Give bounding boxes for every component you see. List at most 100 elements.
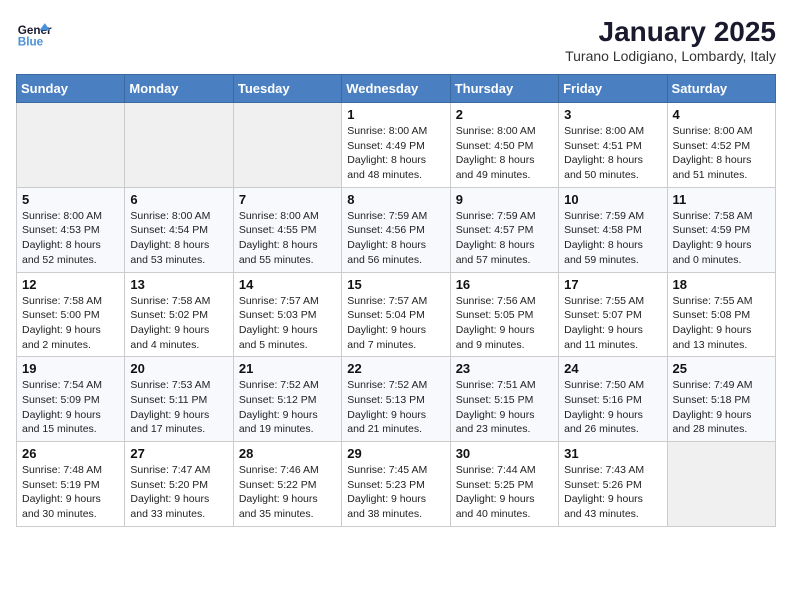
week-row-4: 19 Sunrise: 7:54 AMSunset: 5:09 PMDayligh…: [17, 357, 776, 442]
day-number: 10: [564, 192, 661, 207]
day-info: Sunrise: 8:00 AMSunset: 4:52 PMDaylight:…: [673, 124, 770, 183]
day-info: Sunrise: 8:00 AMSunset: 4:49 PMDaylight:…: [347, 124, 444, 183]
week-row-1: 1 Sunrise: 8:00 AMSunset: 4:49 PMDaylight…: [17, 103, 776, 188]
week-row-3: 12 Sunrise: 7:58 AMSunset: 5:00 PMDayligh…: [17, 272, 776, 357]
day-info: Sunrise: 7:54 AMSunset: 5:09 PMDaylight:…: [22, 378, 119, 437]
day-cell: 7Sunrise: 8:00 AMSunset: 4:55 PMDaylight…: [233, 187, 341, 272]
day-number: 9: [456, 192, 553, 207]
day-info: Sunrise: 7:59 AMSunset: 4:57 PMDaylight:…: [456, 209, 553, 268]
day-number: 31: [564, 446, 661, 461]
day-info: Sunrise: 7:46 AMSunset: 5:22 PMDaylight:…: [239, 463, 336, 522]
day-cell: 8Sunrise: 7:59 AMSunset: 4:56 PMDaylight…: [342, 187, 450, 272]
day-info: Sunrise: 8:00 AMSunset: 4:54 PMDaylight:…: [130, 209, 227, 268]
day-cell: [233, 103, 341, 188]
week-row-2: 5Sunrise: 8:00 AMSunset: 4:53 PMDaylight…: [17, 187, 776, 272]
day-number: 25: [673, 361, 770, 376]
day-number: 15: [347, 277, 444, 292]
day-cell: 5Sunrise: 8:00 AMSunset: 4:53 PMDaylight…: [17, 187, 125, 272]
day-number: 14: [239, 277, 336, 292]
col-header-wednesday: Wednesday: [342, 75, 450, 103]
col-header-thursday: Thursday: [450, 75, 558, 103]
day-cell: 28 Sunrise: 7:46 AMSunset: 5:22 PMDayligh…: [233, 442, 341, 527]
day-info: Sunrise: 7:45 AMSunset: 5:23 PMDaylight:…: [347, 463, 444, 522]
logo: General Blue: [16, 16, 52, 52]
col-header-sunday: Sunday: [17, 75, 125, 103]
day-info: Sunrise: 7:49 AMSunset: 5:18 PMDaylight:…: [673, 378, 770, 437]
day-number: 4: [673, 107, 770, 122]
day-number: 11: [673, 192, 770, 207]
day-number: 19: [22, 361, 119, 376]
day-number: 6: [130, 192, 227, 207]
day-cell: 25 Sunrise: 7:49 AMSunset: 5:18 PMDayligh…: [667, 357, 775, 442]
day-cell: 17Sunrise: 7:55 AMSunset: 5:07 PMDayligh…: [559, 272, 667, 357]
week-row-5: 26 Sunrise: 7:48 AMSunset: 5:19 PMDayligh…: [17, 442, 776, 527]
day-number: 5: [22, 192, 119, 207]
day-cell: 21 Sunrise: 7:52 AMSunset: 5:12 PMDayligh…: [233, 357, 341, 442]
day-cell: 22Sunrise: 7:52 AMSunset: 5:13 PMDayligh…: [342, 357, 450, 442]
day-cell: 12 Sunrise: 7:58 AMSunset: 5:00 PMDayligh…: [17, 272, 125, 357]
day-cell: 20Sunrise: 7:53 AMSunset: 5:11 PMDayligh…: [125, 357, 233, 442]
day-number: 23: [456, 361, 553, 376]
col-header-monday: Monday: [125, 75, 233, 103]
day-cell: 9 Sunrise: 7:59 AMSunset: 4:57 PMDaylight…: [450, 187, 558, 272]
day-cell: 6 Sunrise: 8:00 AMSunset: 4:54 PMDaylight…: [125, 187, 233, 272]
day-number: 27: [130, 446, 227, 461]
day-cell: 15 Sunrise: 7:57 AMSunset: 5:04 PMDayligh…: [342, 272, 450, 357]
day-number: 13: [130, 277, 227, 292]
day-cell: 26 Sunrise: 7:48 AMSunset: 5:19 PMDayligh…: [17, 442, 125, 527]
day-cell: 3 Sunrise: 8:00 AMSunset: 4:51 PMDaylight…: [559, 103, 667, 188]
day-info: Sunrise: 7:47 AMSunset: 5:20 PMDaylight:…: [130, 463, 227, 522]
day-cell: 13Sunrise: 7:58 AMSunset: 5:02 PMDayligh…: [125, 272, 233, 357]
day-number: 2: [456, 107, 553, 122]
day-info: Sunrise: 8:00 AMSunset: 4:51 PMDaylight:…: [564, 124, 661, 183]
day-cell: 11 Sunrise: 7:58 AMSunset: 4:59 PMDayligh…: [667, 187, 775, 272]
day-info: Sunrise: 7:58 AMSunset: 5:00 PMDaylight:…: [22, 294, 119, 353]
day-cell: [17, 103, 125, 188]
day-cell: 19 Sunrise: 7:54 AMSunset: 5:09 PMDayligh…: [17, 357, 125, 442]
col-header-friday: Friday: [559, 75, 667, 103]
day-number: 1: [347, 107, 444, 122]
day-number: 3: [564, 107, 661, 122]
day-info: Sunrise: 7:58 AMSunset: 4:59 PMDaylight:…: [673, 209, 770, 268]
title-block: January 2025 Turano Lodigiano, Lombardy,…: [565, 16, 776, 64]
day-number: 21: [239, 361, 336, 376]
day-info: Sunrise: 7:52 AMSunset: 5:13 PMDaylight:…: [347, 378, 444, 437]
day-info: Sunrise: 8:00 AMSunset: 4:55 PMDaylight:…: [239, 209, 336, 268]
day-info: Sunrise: 7:57 AMSunset: 5:04 PMDaylight:…: [347, 294, 444, 353]
day-number: 8: [347, 192, 444, 207]
logo-icon: General Blue: [16, 16, 52, 52]
day-info: Sunrise: 7:56 AMSunset: 5:05 PMDaylight:…: [456, 294, 553, 353]
day-info: Sunrise: 7:50 AMSunset: 5:16 PMDaylight:…: [564, 378, 661, 437]
month-title: January 2025: [565, 16, 776, 48]
day-number: 12: [22, 277, 119, 292]
day-number: 26: [22, 446, 119, 461]
day-info: Sunrise: 7:43 AMSunset: 5:26 PMDaylight:…: [564, 463, 661, 522]
page-header: General Blue January 2025 Turano Lodigia…: [16, 16, 776, 64]
day-cell: 18Sunrise: 7:55 AMSunset: 5:08 PMDayligh…: [667, 272, 775, 357]
day-cell: 16Sunrise: 7:56 AMSunset: 5:05 PMDayligh…: [450, 272, 558, 357]
day-info: Sunrise: 7:44 AMSunset: 5:25 PMDaylight:…: [456, 463, 553, 522]
day-cell: 31 Sunrise: 7:43 AMSunset: 5:26 PMDayligh…: [559, 442, 667, 527]
col-header-tuesday: Tuesday: [233, 75, 341, 103]
day-cell: 14Sunrise: 7:57 AMSunset: 5:03 PMDayligh…: [233, 272, 341, 357]
day-cell: 10 Sunrise: 7:59 AMSunset: 4:58 PMDayligh…: [559, 187, 667, 272]
day-cell: [125, 103, 233, 188]
day-number: 28: [239, 446, 336, 461]
day-number: 24: [564, 361, 661, 376]
day-cell: 1 Sunrise: 8:00 AMSunset: 4:49 PMDaylight…: [342, 103, 450, 188]
day-number: 30: [456, 446, 553, 461]
day-number: 20: [130, 361, 227, 376]
day-cell: 30 Sunrise: 7:44 AMSunset: 5:25 PMDayligh…: [450, 442, 558, 527]
day-cell: [667, 442, 775, 527]
day-cell: 27 Sunrise: 7:47 AMSunset: 5:20 PMDayligh…: [125, 442, 233, 527]
col-header-saturday: Saturday: [667, 75, 775, 103]
day-cell: 29 Sunrise: 7:45 AMSunset: 5:23 PMDayligh…: [342, 442, 450, 527]
day-info: Sunrise: 8:00 AMSunset: 4:50 PMDaylight:…: [456, 124, 553, 183]
calendar-header-row: SundayMondayTuesdayWednesdayThursdayFrid…: [17, 75, 776, 103]
day-info: Sunrise: 7:59 AMSunset: 4:58 PMDaylight:…: [564, 209, 661, 268]
day-number: 18: [673, 277, 770, 292]
day-info: Sunrise: 7:52 AMSunset: 5:12 PMDaylight:…: [239, 378, 336, 437]
day-info: Sunrise: 7:55 AMSunset: 5:07 PMDaylight:…: [564, 294, 661, 353]
day-number: 29: [347, 446, 444, 461]
day-info: Sunrise: 7:48 AMSunset: 5:19 PMDaylight:…: [22, 463, 119, 522]
